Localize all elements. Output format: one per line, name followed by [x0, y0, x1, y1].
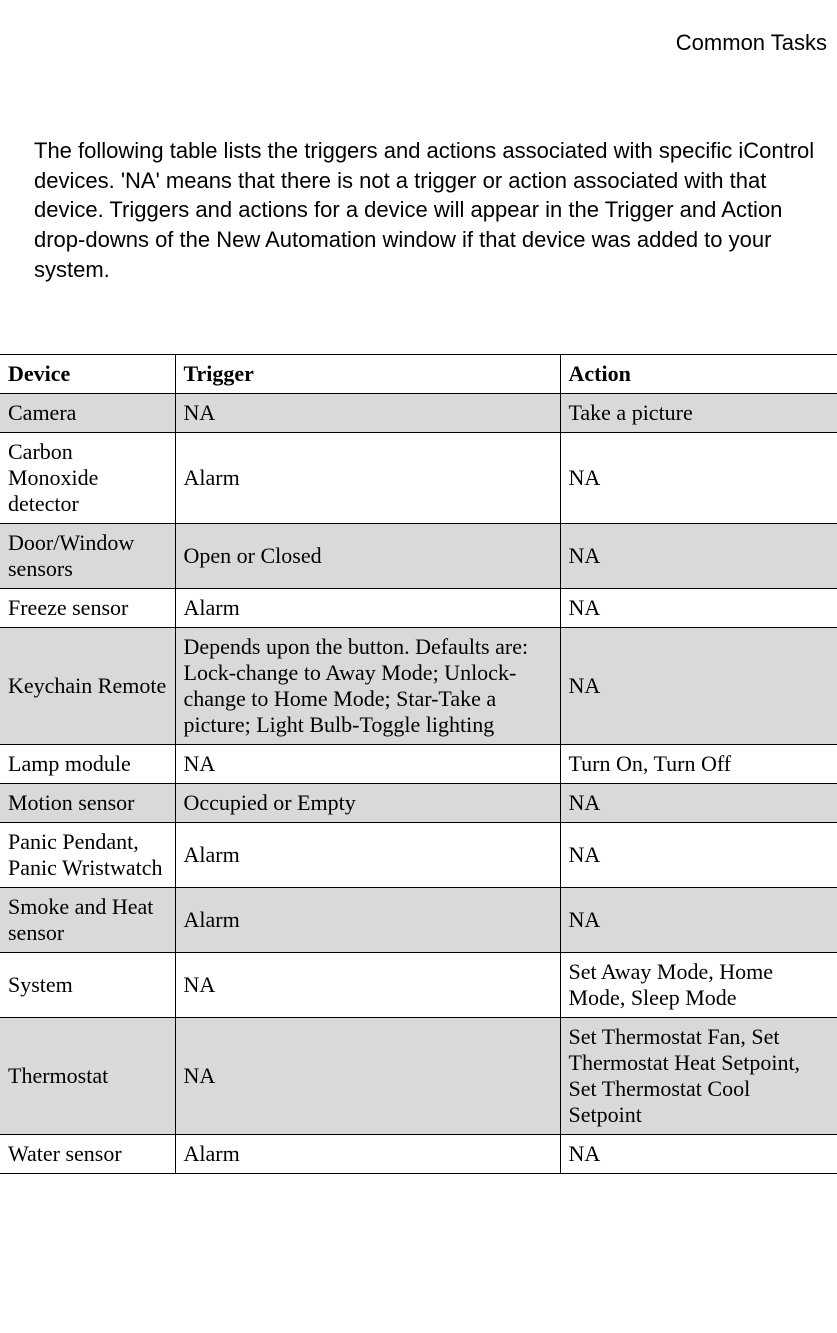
cell-device: System: [0, 953, 175, 1018]
cell-action: NA: [560, 888, 837, 953]
cell-device: Freeze sensor: [0, 589, 175, 628]
cell-device: Thermostat: [0, 1018, 175, 1135]
table-row: SystemNASet Away Mode, Home Mode, Sleep …: [0, 953, 837, 1018]
cell-trigger: Alarm: [175, 589, 560, 628]
cell-trigger: Alarm: [175, 888, 560, 953]
cell-action: Turn On, Turn Off: [560, 745, 837, 784]
cell-action: NA: [560, 823, 837, 888]
cell-device: Smoke and Heat sensor: [0, 888, 175, 953]
cell-device: Door/Window sensors: [0, 524, 175, 589]
table-row: Smoke and Heat sensorAlarmNA: [0, 888, 837, 953]
cell-trigger: Depends upon the button. Defaults are: L…: [175, 628, 560, 745]
cell-trigger: NA: [175, 1018, 560, 1135]
document-page: Common Tasks The following table lists t…: [0, 0, 837, 1174]
cell-trigger: NA: [175, 953, 560, 1018]
table-header-device: Device: [0, 355, 175, 394]
cell-device: Panic Pendant, Panic Wristwatch: [0, 823, 175, 888]
cell-device: Lamp module: [0, 745, 175, 784]
cell-trigger: Occupied or Empty: [175, 784, 560, 823]
cell-action: NA: [560, 589, 837, 628]
table-header-trigger: Trigger: [175, 355, 560, 394]
table-header-row: Device Trigger Action: [0, 355, 837, 394]
cell-action: Set Thermostat Fan, Set Thermostat Heat …: [560, 1018, 837, 1135]
cell-action: NA: [560, 628, 837, 745]
page-header-title: Common Tasks: [0, 30, 837, 56]
cell-trigger: Open or Closed: [175, 524, 560, 589]
cell-device: Camera: [0, 394, 175, 433]
table-row: Water sensorAlarmNA: [0, 1135, 837, 1174]
table-row: Carbon Monoxide detectorAlarmNA: [0, 433, 837, 524]
cell-device: Motion sensor: [0, 784, 175, 823]
cell-action: Set Away Mode, Home Mode, Sleep Mode: [560, 953, 837, 1018]
cell-action: Take a picture: [560, 394, 837, 433]
cell-action: NA: [560, 433, 837, 524]
table-row: Door/Window sensorsOpen or ClosedNA: [0, 524, 837, 589]
cell-trigger: Alarm: [175, 433, 560, 524]
table-row: Lamp moduleNATurn On, Turn Off: [0, 745, 837, 784]
table-row: CameraNATake a picture: [0, 394, 837, 433]
cell-trigger: NA: [175, 745, 560, 784]
cell-trigger: Alarm: [175, 823, 560, 888]
table-header-action: Action: [560, 355, 837, 394]
intro-paragraph: The following table lists the triggers a…: [0, 136, 837, 284]
cell-trigger: NA: [175, 394, 560, 433]
device-trigger-action-table: Device Trigger Action CameraNATake a pic…: [0, 354, 837, 1174]
table-row: Motion sensorOccupied or EmptyNA: [0, 784, 837, 823]
table-row: Keychain RemoteDepends upon the button. …: [0, 628, 837, 745]
table-row: Panic Pendant, Panic WristwatchAlarmNA: [0, 823, 837, 888]
cell-trigger: Alarm: [175, 1135, 560, 1174]
cell-action: NA: [560, 524, 837, 589]
table-row: ThermostatNASet Thermostat Fan, Set Ther…: [0, 1018, 837, 1135]
table-row: Freeze sensorAlarmNA: [0, 589, 837, 628]
cell-action: NA: [560, 784, 837, 823]
cell-device: Water sensor: [0, 1135, 175, 1174]
cell-device: Keychain Remote: [0, 628, 175, 745]
cell-action: NA: [560, 1135, 837, 1174]
cell-device: Carbon Monoxide detector: [0, 433, 175, 524]
table-body: CameraNATake a pictureCarbon Monoxide de…: [0, 394, 837, 1174]
